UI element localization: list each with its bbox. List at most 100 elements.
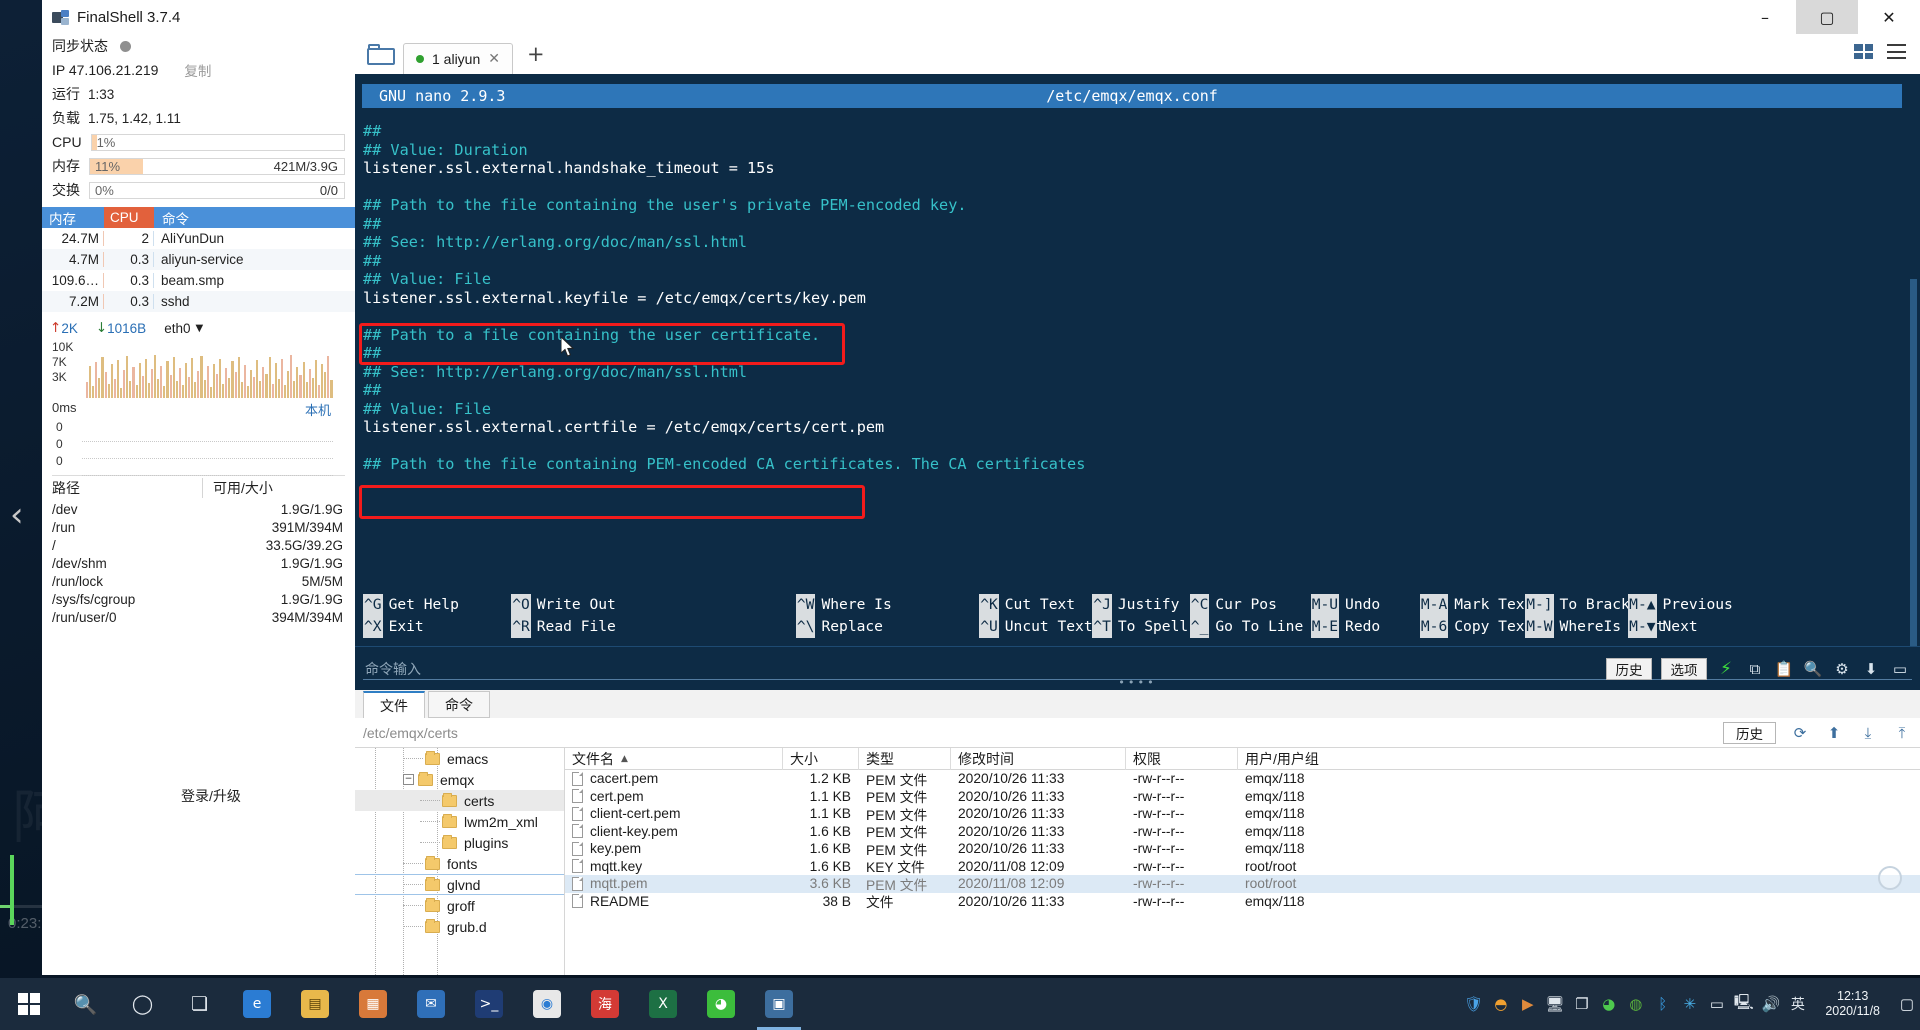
taskbar-app-chrome[interactable]: ◉ (518, 978, 576, 1030)
nvidia-icon[interactable]: ◍ (1622, 978, 1649, 1030)
taskbar-app-edge[interactable]: e (228, 978, 286, 1030)
remote-desktop-icon[interactable]: 🖥 (1541, 978, 1568, 1030)
nano-shortcut[interactable]: M-6Copy Text (1420, 616, 1533, 638)
taskbar-app-mail[interactable]: ✉ (402, 978, 460, 1030)
tree-expander-icon[interactable]: − (403, 774, 414, 785)
file-row[interactable]: cacert.pem1.2 KBPEM 文件2020/10/26 11:33-r… (565, 770, 1920, 788)
file-list-header[interactable]: 文件名 ▲ 大小 类型 修改时间 权限 用户/用户组 (565, 748, 1920, 770)
terminal-output[interactable]: GNU nano 2.9.3 /etc/emqx/emqx.conf #### … (355, 74, 1920, 690)
nano-shortcut[interactable]: ^WWhere Is (796, 594, 892, 616)
taskbar-app-finalshell[interactable]: ▣ (750, 978, 808, 1030)
column-memory[interactable]: 内存 (42, 207, 104, 228)
volume-icon[interactable]: 🔊 (1757, 978, 1784, 1030)
start-button[interactable] (0, 978, 57, 1030)
process-row[interactable]: 24.7M2AliYunDun (42, 228, 355, 249)
file-row[interactable]: mqtt.pem3.6 KBPEM 文件2020/11/08 12:09-rw-… (565, 875, 1920, 893)
shield-icon[interactable]: 🛡 (1460, 978, 1487, 1030)
terminal-tabbar-actions[interactable] (1854, 44, 1906, 59)
bluetooth-icon[interactable]: ᛒ (1649, 978, 1676, 1030)
column-size[interactable]: 大小 (783, 748, 859, 770)
clipboard-icon[interactable]: ❐ (1568, 978, 1595, 1030)
disk-row[interactable]: /sys/fs/cgroup1.9G/1.9G (42, 590, 355, 608)
sort-asc-icon[interactable]: ▲ (621, 754, 628, 764)
terminal-options-button[interactable]: 选项 (1661, 658, 1707, 680)
nano-shortcut[interactable]: ^UUncut Text (979, 616, 1092, 638)
nano-shortcut[interactable]: ^OWrite Out (511, 594, 616, 616)
panel-resize-handle[interactable]: •••• (1118, 676, 1157, 689)
login-upgrade-link[interactable]: 登录/升级 (181, 786, 241, 806)
file-browser-pathbar[interactable]: /etc/emqx/certs 历史 ⟳ ⬆ ⤓ ⤒ (355, 718, 1920, 748)
network-interface-select[interactable]: eth0 (164, 321, 190, 336)
close-icon[interactable]: ✕ (488, 51, 500, 67)
chevron-down-icon[interactable]: ▼ (195, 323, 203, 334)
taskbar-app-store[interactable]: ▦ (344, 978, 402, 1030)
column-command[interactable]: 命令 (154, 207, 355, 228)
process-row[interactable]: 4.7M0.3aliyun-service (42, 249, 355, 270)
nano-shortcut[interactable]: M-AMark Text (1420, 594, 1533, 616)
terminal-tab-aliyun[interactable]: 1 aliyun ✕ (403, 43, 513, 74)
refresh-icon[interactable]: ⟳ (1790, 723, 1810, 743)
upload-file-icon[interactable]: ⤒ (1892, 723, 1912, 743)
file-row[interactable]: README38 B文件2020/10/26 11:33-rw-r--r--em… (565, 893, 1920, 911)
nano-shortcut[interactable]: M-▼Next (1628, 616, 1698, 638)
new-tab-button[interactable]: + (527, 42, 545, 66)
file-row[interactable]: cert.pem1.1 KBPEM 文件2020/10/26 11:33-rw-… (565, 788, 1920, 806)
process-table[interactable]: 内存 CPU 命令 24.7M2AliYunDun4.7M0.3aliyun-s… (42, 207, 355, 312)
tree-item[interactable]: fonts (355, 853, 564, 874)
download-icon[interactable]: ⬇ (1861, 659, 1881, 679)
disk-row[interactable]: /run/lock5M/5M (42, 572, 355, 590)
battery-icon[interactable]: ▭ (1703, 978, 1730, 1030)
taskbar-app-netease[interactable]: 海 (576, 978, 634, 1030)
column-path[interactable]: 路径 (42, 478, 202, 498)
window-controls[interactable]: – ▢ ✕ (1734, 0, 1920, 34)
nano-shortcut[interactable]: ^CCur Pos (1190, 594, 1277, 616)
tree-item[interactable]: certs (355, 790, 564, 811)
file-row[interactable]: client-key.pem1.6 KBPEM 文件2020/10/26 11:… (565, 823, 1920, 841)
taskbar-app-explorer[interactable]: ▤ (286, 978, 344, 1030)
disk-table-header[interactable]: 路径 可用/大小 (42, 476, 355, 500)
process-table-header[interactable]: 内存 CPU 命令 (42, 207, 355, 228)
minimize-button[interactable]: – (1734, 0, 1796, 34)
copy-icon[interactable]: ⧉ (1745, 659, 1765, 679)
paste-icon[interactable]: 📋 (1774, 659, 1794, 679)
tree-item[interactable]: grub.d (355, 916, 564, 937)
taskbar-app-powershell[interactable]: >_ (460, 978, 518, 1030)
lightning-icon[interactable]: ⚡ (1716, 659, 1736, 679)
split-view-icon[interactable] (1854, 44, 1873, 59)
column-modified[interactable]: 修改时间 (951, 748, 1126, 770)
parent-folder-icon[interactable]: ⬆ (1824, 723, 1844, 743)
tree-item[interactable]: glvnd (355, 874, 564, 895)
search-taskbar-button[interactable]: 🔍 (57, 978, 114, 1030)
command-bar-actions[interactable]: 历史 选项 ⚡ ⧉ 📋 🔍 ⚙ ⬇ ▭ (1606, 658, 1910, 680)
process-row[interactable]: 109.6…0.3beam.smp (42, 270, 355, 291)
tree-item[interactable]: lwm2m_xml (355, 811, 564, 832)
column-cpu[interactable]: CPU (104, 207, 154, 228)
search-icon[interactable]: 🔍 (1803, 659, 1823, 679)
menu-icon[interactable] (1887, 44, 1906, 59)
disk-row[interactable]: /dev/shm1.9G/1.9G (42, 554, 355, 572)
maximize-button[interactable]: ▢ (1796, 0, 1858, 34)
fullscreen-icon[interactable]: ▭ (1890, 659, 1910, 679)
notifications-icon[interactable]: ▢ (1894, 978, 1920, 1030)
directory-tree[interactable]: emacs−emqxcertslwm2m_xmlpluginsfontsglvn… (355, 748, 565, 975)
media-player-icon[interactable]: ▶ (1514, 978, 1541, 1030)
column-filename[interactable]: 文件名 ▲ (565, 748, 783, 770)
task-view-button[interactable]: ❏ (171, 978, 228, 1030)
nano-shortcut[interactable]: M-UUndo (1311, 594, 1381, 616)
nano-shortcut[interactable]: ^KCut Text (979, 594, 1075, 616)
wechat-tray-icon[interactable]: ◕ (1595, 978, 1622, 1030)
open-folder-icon[interactable] (367, 43, 395, 65)
file-row[interactable]: mqtt.key1.6 KBKEY 文件2020/11/08 12:09-rw-… (565, 858, 1920, 876)
disk-row[interactable]: /run391M/394M (42, 518, 355, 536)
nano-shortcut[interactable]: ^JJustify (1092, 594, 1179, 616)
process-row[interactable]: 7.2M0.3sshd (42, 291, 355, 312)
copy-ip-button[interactable]: 复制 (184, 60, 211, 80)
close-button[interactable]: ✕ (1858, 0, 1920, 34)
taskbar-app-wechat[interactable]: ◕ (692, 978, 750, 1030)
cortana-button[interactable]: ◯ (114, 978, 171, 1030)
tab-files[interactable]: 文件 (363, 691, 425, 718)
column-owner[interactable]: 用户/用户组 (1238, 748, 1920, 770)
taskbar-clock[interactable]: 12:13 2020/11/8 (1811, 989, 1894, 1019)
nano-shortcut[interactable]: ^XExit (363, 616, 424, 638)
prev-panel-chevron-icon[interactable]: ‹ (10, 495, 24, 535)
